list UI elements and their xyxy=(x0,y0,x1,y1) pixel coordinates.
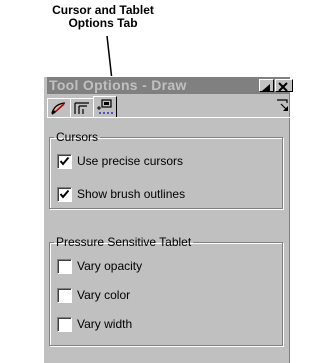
vary-color-label: Vary color xyxy=(77,288,131,302)
use-precise-cursors-label: Use precise cursors xyxy=(77,154,184,168)
show-brush-outlines-label: Show brush outlines xyxy=(77,187,186,201)
checkmark-icon xyxy=(59,156,70,166)
close-x-icon xyxy=(278,82,288,92)
vary-opacity-checkbox[interactable] xyxy=(57,259,72,274)
palette-title-bar[interactable]: Tool Options - Draw xyxy=(47,77,293,94)
vary-opacity-label: Vary opacity xyxy=(77,259,143,273)
pressure-tablet-group: Pressure Sensitive Tablet Vary opacity V… xyxy=(49,235,283,346)
palette-tabs xyxy=(47,96,290,118)
pressure-tablet-group-label: Pressure Sensitive Tablet xyxy=(56,235,192,249)
palette-menu-icon[interactable] xyxy=(275,98,291,114)
palette-title: Tool Options - Draw xyxy=(49,77,187,93)
tab-draw-tool[interactable] xyxy=(47,98,71,117)
minimize-triangle-icon xyxy=(262,84,270,91)
tool-options-palette: Tool Options - Draw Cursors Use precise … xyxy=(43,76,293,363)
vary-width-label: Vary width xyxy=(77,317,133,331)
show-brush-outlines-checkbox[interactable] xyxy=(57,187,72,202)
use-precise-cursors-checkbox[interactable] xyxy=(57,154,72,169)
tab-cursor-tablet[interactable] xyxy=(93,96,117,118)
cursor-tablet-icon xyxy=(97,99,113,114)
checkmark-icon xyxy=(59,189,70,199)
minimize-button[interactable] xyxy=(259,79,274,92)
cursors-group: Cursors Use precise cursors Show brush o… xyxy=(49,130,283,209)
settings-icon xyxy=(74,102,89,114)
tab-tool-settings[interactable] xyxy=(70,98,94,117)
tab-divider xyxy=(47,117,290,118)
close-button[interactable] xyxy=(275,79,293,92)
vary-color-checkbox[interactable] xyxy=(57,288,72,303)
cursors-group-label: Cursors xyxy=(56,130,99,144)
vary-width-checkbox[interactable] xyxy=(57,317,72,332)
brush-icon xyxy=(51,102,66,115)
